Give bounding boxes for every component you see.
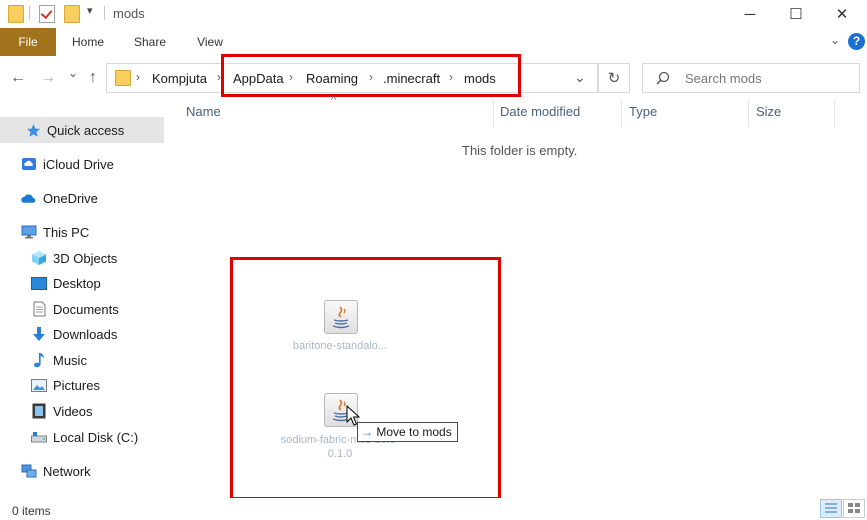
column-divider[interactable] xyxy=(748,100,749,127)
sidebar-item-music[interactable]: Music xyxy=(0,347,164,373)
sidebar-item-pictures[interactable]: Pictures xyxy=(0,372,164,398)
sidebar-item-label: Downloads xyxy=(53,326,118,342)
breadcrumb-chevron-icon[interactable]: › xyxy=(136,70,140,84)
files-highlight-box xyxy=(230,257,501,500)
customize-quick-access-icon[interactable]: ▾ xyxy=(87,4,93,17)
sidebar-item-label: Desktop xyxy=(53,275,101,291)
sidebar-item-label: Music xyxy=(53,352,87,368)
sidebar-item-network[interactable]: Network xyxy=(0,458,164,484)
sidebar-item-label: Documents xyxy=(53,301,119,317)
column-divider[interactable] xyxy=(621,100,622,127)
breadcrumb-kompjuta[interactable]: Kompjuta xyxy=(152,71,207,86)
document-icon xyxy=(31,301,47,317)
large-icons-view-button[interactable] xyxy=(843,499,865,518)
title-bar: ▾ mods ─ ☐ ✕ xyxy=(0,0,867,28)
window-title: mods xyxy=(113,6,145,21)
computer-icon xyxy=(21,224,37,240)
tab-home[interactable]: Home xyxy=(66,28,110,56)
tab-view[interactable]: View xyxy=(188,28,232,56)
sidebar-item-label: This PC xyxy=(43,224,90,240)
sidebar-item-label: Quick access xyxy=(47,122,125,138)
cloud-icon xyxy=(21,190,37,206)
music-icon xyxy=(31,352,47,368)
up-button[interactable]: ↑ xyxy=(89,69,97,87)
sidebar-item-downloads[interactable]: Downloads xyxy=(0,321,164,347)
ribbon-tabs: File Home Share View ⌄ ? xyxy=(0,28,867,57)
sidebar-item-this-pc[interactable]: This PC xyxy=(0,219,164,245)
tab-share[interactable]: Share xyxy=(128,28,172,56)
close-button[interactable]: ✕ xyxy=(819,0,865,28)
search-input[interactable] xyxy=(683,68,857,88)
sidebar-item-desktop[interactable]: Desktop xyxy=(0,270,164,296)
star-icon xyxy=(25,122,41,138)
sidebar-item-quick-access[interactable]: Quick access xyxy=(0,117,164,143)
icloud-icon xyxy=(21,156,37,172)
column-divider[interactable] xyxy=(493,100,494,127)
maximize-button[interactable]: ☐ xyxy=(773,0,819,28)
sort-indicator-icon: ^ xyxy=(331,94,337,106)
folder-icon xyxy=(8,5,24,23)
address-highlight-box xyxy=(221,54,521,97)
search-box[interactable] xyxy=(642,63,860,93)
sidebar-item-onedrive[interactable]: OneDrive xyxy=(0,185,164,211)
properties-icon[interactable] xyxy=(39,5,55,23)
recent-locations-button[interactable]: ⌄ xyxy=(68,66,78,80)
status-bar: 0 items xyxy=(0,498,867,518)
sidebar-item-label: Videos xyxy=(53,403,93,419)
download-icon xyxy=(31,326,47,342)
desktop-icon xyxy=(31,275,47,291)
disk-icon xyxy=(31,429,47,445)
empty-folder-message: This folder is empty. xyxy=(462,143,578,158)
sidebar-item-label: Local Disk (C:) xyxy=(53,429,139,445)
column-divider[interactable] xyxy=(834,100,835,127)
divider xyxy=(29,6,30,20)
video-icon xyxy=(31,403,47,419)
refresh-button[interactable]: ↻ xyxy=(598,63,630,93)
network-icon xyxy=(21,463,37,479)
expand-ribbon-icon[interactable]: ⌄ xyxy=(830,33,840,47)
sidebar-item-icloud-drive[interactable]: iCloud Drive xyxy=(0,151,164,177)
sidebar-item-label: Network xyxy=(43,463,91,479)
sidebar-item-label: Pictures xyxy=(53,377,100,393)
details-view-button[interactable] xyxy=(820,499,842,518)
sidebar-item-3d-objects[interactable]: 3D Objects xyxy=(0,245,164,271)
new-folder-icon[interactable] xyxy=(64,5,80,23)
sidebar-item-videos[interactable]: Videos xyxy=(0,398,164,424)
forward-button[interactable]: → xyxy=(40,69,56,87)
address-dropdown-icon[interactable]: ⌄ xyxy=(574,69,586,86)
sidebar-item-label: iCloud Drive xyxy=(43,156,114,172)
item-count: 0 items xyxy=(12,504,51,518)
sidebar-item-local-disk[interactable]: Local Disk (C:) xyxy=(0,424,164,450)
help-icon[interactable]: ? xyxy=(848,33,865,50)
column-header-type[interactable]: Type xyxy=(629,104,657,119)
sidebar-item-documents[interactable]: Documents xyxy=(0,296,164,322)
cube-icon xyxy=(31,250,47,266)
column-header-name[interactable]: Name xyxy=(186,104,221,119)
back-button[interactable]: ← xyxy=(10,69,26,87)
navigation-pane: Quick access iCloud Drive OneDrive This … xyxy=(0,98,164,498)
folder-icon xyxy=(115,70,131,86)
column-header-size[interactable]: Size xyxy=(756,104,781,119)
picture-icon xyxy=(31,377,47,393)
tab-file[interactable]: File xyxy=(0,28,56,56)
column-header-date-modified[interactable]: Date modified xyxy=(500,104,580,119)
search-icon xyxy=(656,71,670,85)
minimize-button[interactable]: ─ xyxy=(727,0,773,28)
sidebar-item-label: 3D Objects xyxy=(53,250,118,266)
divider xyxy=(104,6,105,20)
sidebar-item-label: OneDrive xyxy=(43,190,98,206)
